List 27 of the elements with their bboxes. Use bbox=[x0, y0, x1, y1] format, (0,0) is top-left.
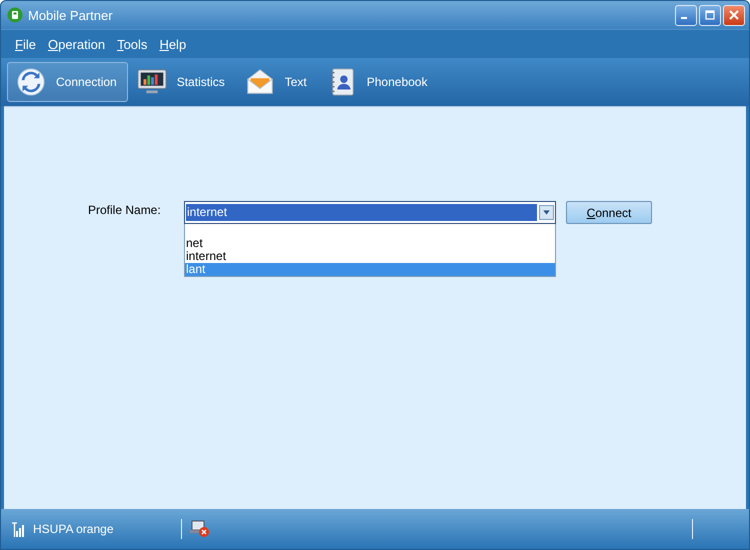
toolbar-tab[interactable]: Statistics bbox=[128, 62, 236, 102]
field-label: Profile Name: bbox=[88, 202, 162, 217]
close-button[interactable] bbox=[723, 4, 745, 26]
laptop-error-icon bbox=[190, 520, 210, 538]
dropdown-option[interactable]: net bbox=[185, 237, 555, 250]
menu-item[interactable]: File bbox=[9, 36, 42, 52]
menu-item[interactable]: Tools bbox=[111, 36, 154, 52]
maximize-button[interactable] bbox=[699, 4, 721, 26]
dropdown-option[interactable]: internet bbox=[185, 250, 555, 263]
close-icon bbox=[729, 10, 739, 20]
minimize-button[interactable] bbox=[675, 4, 697, 26]
menu-item[interactable]: Help bbox=[153, 36, 192, 52]
toolbar-tab[interactable]: Connection bbox=[7, 62, 128, 102]
window-title: Mobile Partner bbox=[28, 8, 114, 22]
refresh-icon bbox=[16, 67, 46, 97]
profile-dropdown[interactable]: internet bbox=[184, 201, 556, 224]
network-status: HSUPA orange bbox=[33, 522, 114, 536]
menu-item[interactable]: Operation bbox=[42, 36, 112, 52]
app-icon bbox=[7, 7, 23, 23]
connect-button[interactable]: Connect bbox=[566, 201, 652, 224]
minimize-icon bbox=[681, 17, 687, 19]
dropdown-option[interactable]: lant bbox=[185, 263, 555, 276]
signal-icon bbox=[11, 521, 25, 537]
toolbar-tab[interactable]: Phonebook bbox=[318, 62, 438, 102]
caret-icon[interactable] bbox=[539, 205, 554, 220]
maximize-icon bbox=[705, 10, 715, 20]
toolbar-tab[interactable]: Text bbox=[236, 62, 318, 102]
